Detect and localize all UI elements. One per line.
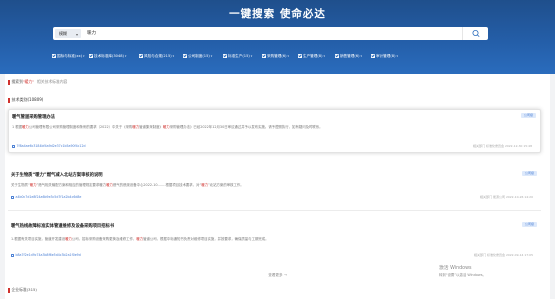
filter-checkbox[interactable]: 技术标准库(3048) ▾ bbox=[89, 52, 126, 60]
search-scope-label: 模糊 bbox=[59, 31, 67, 36]
chevron-down-icon: ▾ bbox=[83, 54, 85, 58]
result-meta: 相关部门 标准化委员会 2022-12-30 15:48 bbox=[473, 144, 532, 148]
result-link[interactable]: b8a7f2e1d9c74a3b8f6e5d4c3b2a1f0e9d bbox=[11, 253, 81, 257]
result-link[interactable]: a4b0c7d1e8f24a6b9e3c5d7f1a2b4c6d8e bbox=[11, 195, 81, 199]
link-icon bbox=[12, 144, 15, 148]
chevron-down-icon: ▾ bbox=[172, 54, 175, 58]
result-title[interactable]: 关于生物质“暖力”燃气减入北站方案审核的说明 bbox=[11, 172, 103, 178]
checkbox-icon bbox=[223, 54, 227, 58]
filter-checkbox[interactable]: 国标与标准(xx) ▾ bbox=[52, 52, 85, 60]
checkbox-icon bbox=[298, 54, 302, 58]
filter-checkbox[interactable]: 标准生产(15) ▾ bbox=[223, 52, 252, 60]
checkbox-icon bbox=[52, 54, 56, 58]
windows-activation-watermark: 激活 Windows 转到“设置”以激活 Windows。 bbox=[439, 266, 486, 278]
result-card[interactable]: 暖气管道采购管理办法 公司级 1 根据暖力公司管理有限公司采购管理制度和条例的要… bbox=[8, 109, 541, 153]
checkbox-icon bbox=[89, 54, 93, 58]
result-card[interactable]: 关于生物质“暖力”燃气减入北站方案审核的说明 公司级 关于生物质“暖力”燃气相关… bbox=[8, 168, 541, 208]
category-filters: 国标与标准(xx) ▾ 技术标准库(3048) ▾ 风险与合规(215) ▾ 公司制度… bbox=[52, 52, 512, 60]
filter-checkbox[interactable]: 审计管理(8) ▾ bbox=[371, 52, 398, 60]
checkbox-icon bbox=[262, 54, 266, 58]
chevron-down-icon: ▾ bbox=[210, 54, 213, 58]
search-button[interactable] bbox=[462, 27, 488, 40]
filter-checkbox[interactable]: 公司制度(15) ▾ bbox=[183, 52, 212, 60]
section-header: 技术类别(10809) bbox=[8, 97, 43, 103]
chevron-down-icon: ▾ bbox=[124, 54, 127, 58]
section-marker bbox=[8, 79, 10, 85]
filter-checkbox[interactable]: 风险与合规(215) ▾ bbox=[139, 52, 174, 60]
chevron-down-icon: ▾ bbox=[396, 54, 398, 58]
divider bbox=[8, 210, 541, 211]
chevron-down-icon: ▾ bbox=[76, 32, 79, 37]
result-title[interactable]: 暖气管道采购管理办法 bbox=[12, 114, 55, 120]
result-summary: 1 根据暖力公司管理有限公司采购管理制度和条例的要求（2022）中关于《采购暖力… bbox=[12, 125, 323, 129]
chevron-down-icon: ▾ bbox=[323, 54, 325, 58]
level-badge: 公司级 bbox=[520, 113, 536, 118]
search-bar: 模糊 ▾ 暖力 bbox=[53, 27, 488, 40]
search-input[interactable]: 暖力 bbox=[87, 27, 96, 40]
section-header: 企业标准(315) bbox=[8, 287, 37, 293]
result-summary: 1.根据有关项目实施，管道开发建设暖力公司，招标采购设备采购更换及维修工作，暖力… bbox=[11, 237, 269, 241]
result-title[interactable]: 暖气热线故障标准实体管道维修及设备采购项目招标书 bbox=[11, 223, 114, 229]
result-link[interactable]: 7f8a4ae6c3184bf4a9d2e37c1b5a90f4c12d bbox=[12, 144, 86, 148]
filter-checkbox[interactable]: 生产管理(8) ▾ bbox=[298, 52, 325, 60]
level-badge: 公司级 bbox=[521, 171, 537, 176]
checkbox-icon bbox=[335, 54, 339, 58]
result-meta: 相关部门 标准化委员会 2022-09-14 17:05 bbox=[474, 253, 533, 257]
level-badge: 公司级 bbox=[521, 222, 537, 227]
link-icon bbox=[11, 253, 14, 257]
chevron-down-icon: ▾ bbox=[250, 54, 253, 58]
checkbox-icon bbox=[183, 54, 187, 58]
header-banner: 一键搜索 使命必达 模糊 ▾ 暖力 国标与标准(xx) ▾ 技术标准库(3048)… bbox=[0, 0, 555, 74]
search-icon bbox=[472, 30, 480, 37]
page-title: 一键搜索 使命必达 bbox=[229, 8, 326, 20]
link-icon bbox=[11, 195, 14, 199]
search-hint: 搜索到 "暖力" 相关技术标准内容 bbox=[8, 79, 67, 85]
filter-checkbox[interactable]: 采购管理(6) ▾ bbox=[262, 52, 289, 60]
checkbox-icon bbox=[371, 54, 375, 58]
chevron-down-icon: ▾ bbox=[360, 54, 362, 58]
result-meta: 相关部门 能源公司 2022-10-26 14:20 bbox=[480, 195, 533, 199]
checkbox-icon bbox=[139, 54, 143, 58]
result-summary: 关于生物质“暖力”燃气相关输配方案和相应的管理规定要求暖力暖力燃气的燃烧设备中心… bbox=[11, 183, 244, 187]
result-card[interactable]: 暖气热线故障标准实体管道维修及设备采购项目招标书 公司级 1.根据有关项目实施，… bbox=[8, 219, 541, 264]
section-marker bbox=[8, 287, 10, 293]
search-scope-select[interactable]: 模糊 ▾ bbox=[55, 29, 81, 38]
chevron-down-icon: ▾ bbox=[287, 54, 289, 58]
section-marker bbox=[8, 97, 10, 103]
filter-checkbox[interactable]: 销售管理(6) ▾ bbox=[335, 52, 362, 60]
